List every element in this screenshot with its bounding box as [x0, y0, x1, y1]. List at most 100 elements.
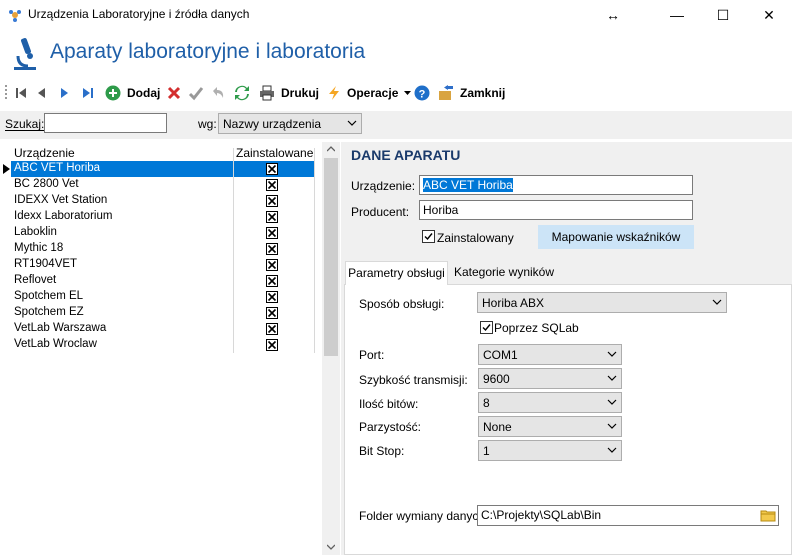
- table-row[interactable]: Idexx Laboratorium: [0, 209, 322, 225]
- printer-icon: [260, 85, 274, 101]
- installed-checkbox[interactable]: [266, 339, 278, 351]
- folder-icon[interactable]: [760, 507, 776, 523]
- checked-x-icon: [267, 196, 277, 206]
- installed-checkbox[interactable]: [266, 307, 278, 319]
- device-name: Mythic 18: [14, 242, 64, 254]
- device-name: VetLab Warszawa: [14, 322, 107, 334]
- help-button[interactable]: ?: [414, 84, 430, 102]
- restore-icon: ↔: [606, 7, 620, 23]
- speed-select[interactable]: 9600: [478, 368, 622, 389]
- folder-field[interactable]: C:\Projekty\SQLab\Bin: [477, 505, 779, 526]
- device-field[interactable]: ABC VET Horiba: [419, 175, 693, 195]
- tab-result-categories[interactable]: Kategorie wyników: [448, 263, 560, 284]
- table-row[interactable]: IDEXX Vet Station: [0, 193, 322, 209]
- maximize-button[interactable]: ☐: [700, 0, 746, 30]
- installed-checkbox[interactable]: [266, 243, 278, 255]
- folder-label: Folder wymiany danych:: [359, 509, 489, 523]
- producer-field[interactable]: Horiba: [419, 200, 693, 220]
- installed-label: Zainstalowany: [437, 231, 514, 245]
- lightning-icon: [329, 86, 339, 100]
- installed-checkbox[interactable]: [266, 275, 278, 287]
- checked-x-icon: [267, 308, 277, 318]
- bits-value: 8: [483, 396, 490, 410]
- scroll-up-icon[interactable]: [327, 146, 335, 152]
- chevron-down-icon: [607, 399, 617, 405]
- installed-checkbox[interactable]: [422, 230, 435, 243]
- operations-button[interactable]: Operacje: [326, 84, 412, 102]
- chevron-down-icon: [404, 91, 412, 95]
- check-icon: [188, 87, 204, 101]
- installed-checkbox[interactable]: [266, 179, 278, 191]
- add-button[interactable]: Dodaj: [105, 84, 160, 102]
- device-name: RT1904VET: [14, 258, 78, 270]
- undo-button[interactable]: [210, 84, 226, 102]
- confirm-button[interactable]: [188, 84, 204, 102]
- app-icon: [9, 10, 21, 22]
- checked-x-icon: [267, 260, 277, 270]
- search-by-select[interactable]: Nazwy urządzenia: [218, 113, 362, 134]
- previous-record-button[interactable]: [34, 84, 50, 102]
- device-name: VetLab Wroclaw: [14, 338, 97, 350]
- microscope-icon: [14, 38, 36, 70]
- exit-button[interactable]: Zamknij: [438, 84, 505, 102]
- restore-button[interactable]: ↔: [590, 0, 636, 30]
- installed-checkbox[interactable]: [266, 323, 278, 335]
- table-row[interactable]: Mythic 18: [0, 241, 322, 257]
- checked-x-icon: [267, 212, 277, 222]
- table-row[interactable]: BC 2800 Vet: [0, 177, 322, 193]
- tab-parameters[interactable]: Parametry obsługi: [345, 261, 448, 285]
- table-row[interactable]: ABC VET Horiba: [0, 161, 322, 177]
- installed-checkbox[interactable]: [266, 163, 278, 175]
- service-select[interactable]: Horiba ABX: [477, 292, 727, 313]
- table-row[interactable]: Spotchem EL: [0, 289, 322, 305]
- checked-x-icon: [267, 324, 277, 334]
- parity-select[interactable]: None: [478, 416, 622, 437]
- sqlab-checkbox[interactable]: [480, 321, 493, 334]
- installed-checkbox[interactable]: [266, 195, 278, 207]
- previous-record-icon: [38, 88, 45, 98]
- table-row[interactable]: RT1904VET: [0, 257, 322, 273]
- table-row[interactable]: VetLab Warszawa: [0, 321, 322, 337]
- device-name: Laboklin: [14, 226, 57, 238]
- delete-button[interactable]: [166, 84, 182, 102]
- scroll-down-icon[interactable]: [327, 544, 335, 550]
- column-header-installed[interactable]: Zainstalowane: [236, 146, 313, 160]
- print-button[interactable]: Drukuj: [259, 84, 319, 102]
- sqlab-label: Poprzez SQLab: [494, 321, 579, 335]
- table-row[interactable]: Reflovet: [0, 273, 322, 289]
- first-record-icon: [16, 88, 26, 98]
- installed-checkbox[interactable]: [266, 211, 278, 223]
- device-name: BC 2800 Vet: [14, 178, 79, 190]
- device-name: ABC VET Horiba: [14, 162, 101, 174]
- table-row[interactable]: Laboklin: [0, 225, 322, 241]
- bits-label: Ilość bitów:: [359, 397, 419, 411]
- close-button[interactable]: ✕: [746, 0, 792, 30]
- checked-x-icon: [267, 292, 277, 302]
- mapping-button[interactable]: Mapowanie wskaźników: [538, 225, 694, 249]
- column-header-device[interactable]: Urządzenie: [14, 146, 75, 160]
- checked-x-icon: [267, 276, 277, 286]
- refresh-button[interactable]: [234, 84, 250, 102]
- search-input[interactable]: [44, 113, 167, 133]
- minimize-icon: —: [670, 7, 684, 23]
- stop-bit-select[interactable]: 1: [478, 440, 622, 461]
- maximize-icon: ☐: [716, 6, 730, 23]
- toolbar: Dodaj Drukuj Operacje ? Zamknij: [0, 80, 792, 106]
- last-record-button[interactable]: [80, 84, 96, 102]
- next-record-button[interactable]: [56, 84, 72, 102]
- scrollbar-thumb[interactable]: [324, 158, 338, 356]
- installed-checkbox[interactable]: [266, 259, 278, 271]
- installed-checkbox[interactable]: [266, 227, 278, 239]
- table-row[interactable]: VetLab Wroclaw: [0, 337, 322, 353]
- port-select[interactable]: COM1: [478, 344, 622, 365]
- installed-checkbox[interactable]: [266, 291, 278, 303]
- table-row[interactable]: Spotchem EZ: [0, 305, 322, 321]
- stop-bit-value: 1: [483, 444, 490, 458]
- list-scrollbar[interactable]: [322, 142, 340, 555]
- minimize-button[interactable]: —: [654, 0, 700, 30]
- device-name: Reflovet: [14, 274, 57, 286]
- bits-select[interactable]: 8: [478, 392, 622, 413]
- first-record-button[interactable]: [13, 84, 29, 102]
- operations-label: Operacje: [347, 86, 399, 100]
- checked-x-icon: [267, 180, 277, 190]
